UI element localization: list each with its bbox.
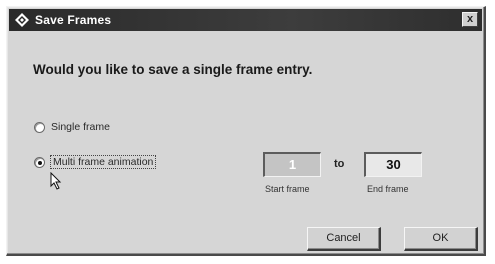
close-icon: x xyxy=(466,13,474,25)
ok-button[interactable]: OK xyxy=(404,227,478,251)
start-frame-input[interactable]: 1 xyxy=(263,152,321,177)
mouse-pointer-icon xyxy=(50,171,62,190)
range-to-label: to xyxy=(334,158,345,170)
diamond-app-icon xyxy=(15,13,29,27)
multi-frame-radio[interactable] xyxy=(34,157,45,168)
start-frame-caption: Start frame xyxy=(265,184,310,194)
multi-frame-label[interactable]: Multi frame animation xyxy=(49,155,157,169)
close-button[interactable]: x xyxy=(462,12,478,27)
single-frame-label[interactable]: Single frame xyxy=(51,121,110,133)
single-frame-radio[interactable] xyxy=(34,122,45,133)
save-frames-dialog: Save Frames x Would you like to save a s… xyxy=(6,6,486,256)
prompt-question: Would you like to save a single frame en… xyxy=(33,62,313,77)
radio-selected-dot xyxy=(38,161,42,165)
end-frame-input[interactable]: 30 xyxy=(364,152,422,177)
cancel-button[interactable]: Cancel xyxy=(307,227,381,251)
title-bar[interactable]: Save Frames x xyxy=(9,9,482,31)
end-frame-caption: End frame xyxy=(367,184,409,194)
window-title: Save Frames xyxy=(35,13,112,27)
